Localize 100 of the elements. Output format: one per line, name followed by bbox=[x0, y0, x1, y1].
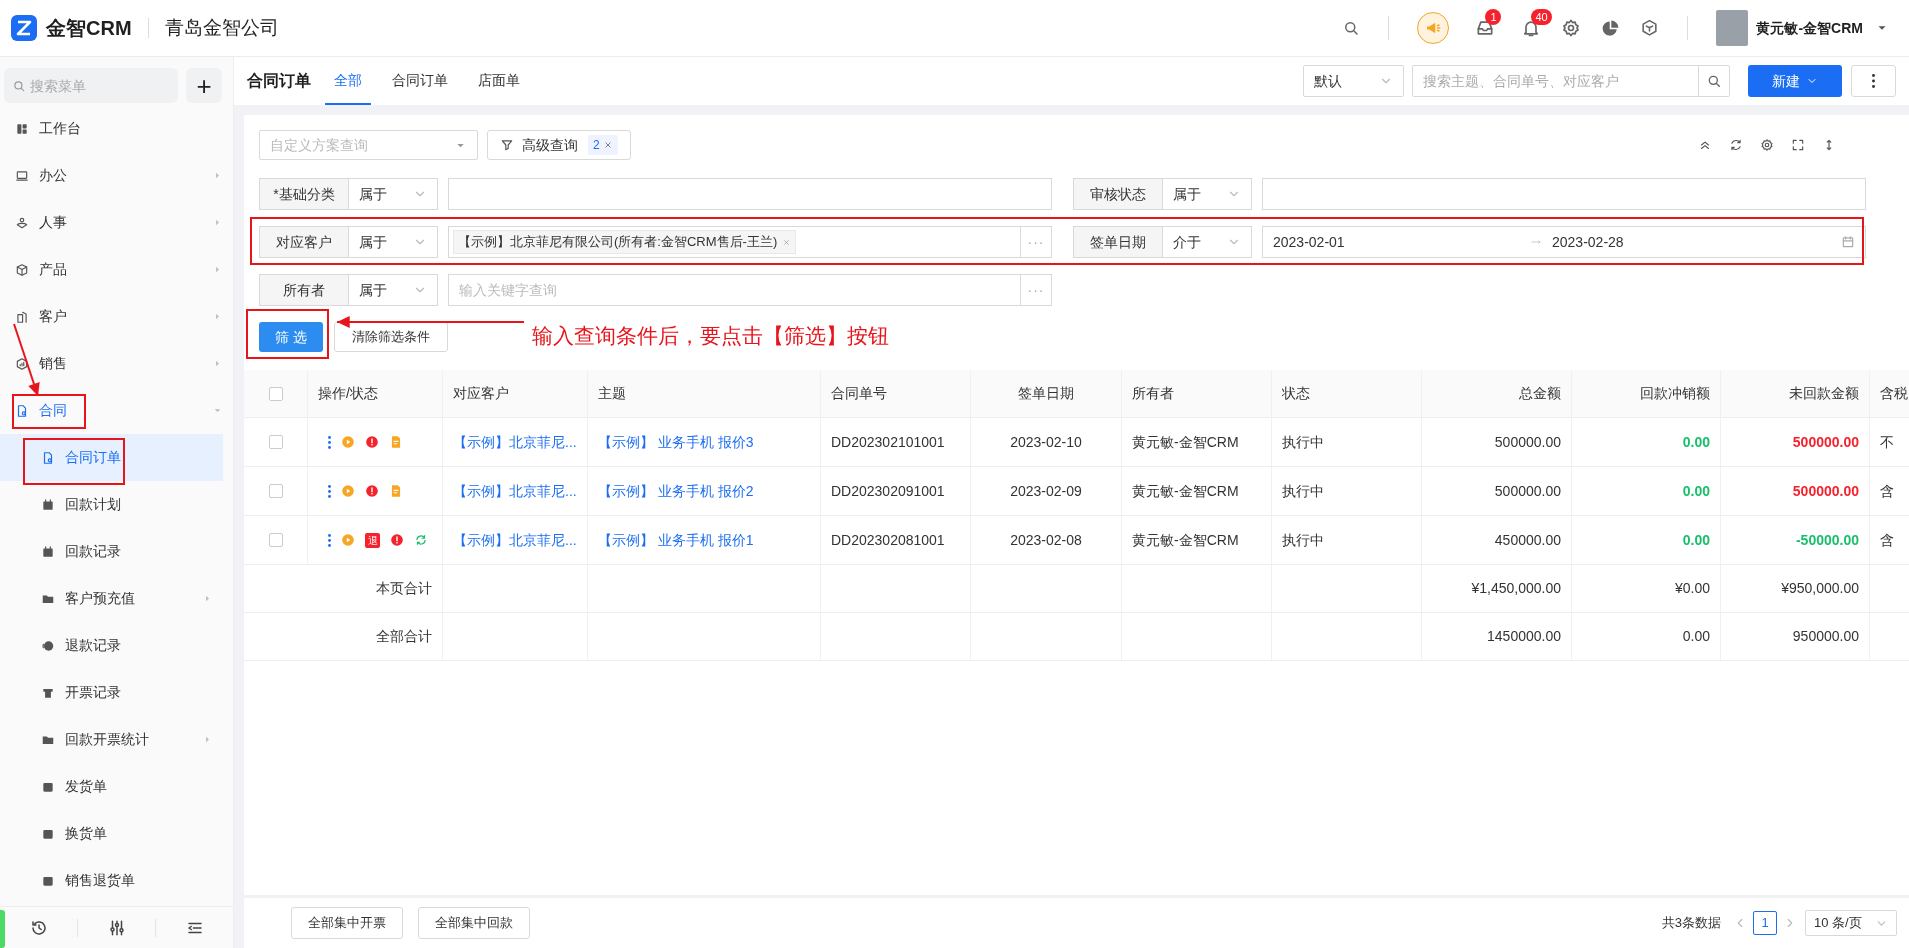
column-header[interactable]: 操作/状态 bbox=[318, 383, 378, 404]
operator-select[interactable]: 属于 bbox=[1162, 178, 1252, 210]
page-size-select[interactable]: 10 条/页 bbox=[1805, 910, 1897, 936]
checkbox[interactable] bbox=[268, 386, 283, 401]
search-field[interactable]: 搜索主题、合同单号、对应客户 bbox=[1412, 65, 1699, 97]
table-cell-text: DD202302081001 bbox=[831, 530, 945, 550]
selected-customer-tag[interactable]: 【示例】北京菲尼有限公司(所有者:金智CRM售后-王兰) bbox=[453, 230, 797, 254]
history-icon[interactable] bbox=[29, 918, 48, 937]
input-field[interactable] bbox=[448, 178, 1052, 210]
column-header[interactable]: 状态 bbox=[1282, 383, 1310, 404]
tab[interactable]: 店面单 bbox=[469, 57, 529, 105]
tab[interactable]: 全部 bbox=[325, 57, 371, 105]
building-icon bbox=[15, 309, 29, 324]
menu-item[interactable]: 销售 bbox=[0, 340, 233, 387]
table-cell-text: 500000.00 bbox=[1494, 481, 1561, 501]
table-cell-text: 执行中 bbox=[1282, 481, 1324, 501]
operator-select[interactable]: 属于 bbox=[348, 178, 438, 210]
menu-item[interactable]: 客户 bbox=[0, 293, 233, 340]
table-cell-text: 0.00 bbox=[1682, 530, 1710, 550]
customer-link[interactable]: 【示例】北京菲尼... bbox=[453, 480, 577, 502]
checkbox[interactable] bbox=[268, 533, 283, 547]
menu-item[interactable]: 换货单 bbox=[0, 810, 223, 857]
menu-item[interactable]: 合同 bbox=[0, 387, 233, 434]
more-icon[interactable] bbox=[328, 435, 331, 449]
input-field[interactable]: 输入关键字查询 bbox=[448, 274, 1021, 306]
menu-item[interactable]: 工作台 bbox=[0, 105, 233, 152]
refresh-icon[interactable] bbox=[1729, 138, 1743, 152]
more-icon[interactable] bbox=[328, 484, 331, 498]
pie-chart-icon[interactable] bbox=[1601, 18, 1621, 38]
column-header[interactable]: 对应客户 bbox=[453, 383, 509, 404]
notification-badge: 40 bbox=[1531, 9, 1552, 25]
page-button[interactable]: 1 bbox=[1753, 911, 1777, 935]
checkbox[interactable] bbox=[268, 435, 283, 449]
advanced-query-button[interactable]: 高级查询 2 bbox=[487, 130, 631, 160]
search-field[interactable]: 搜索菜单 bbox=[4, 68, 178, 103]
footer-button[interactable]: 全部集中回款 bbox=[418, 907, 530, 939]
menu-item[interactable]: 退款记录 bbox=[0, 622, 223, 669]
tab[interactable]: 合同订单 bbox=[383, 57, 457, 105]
table-cell-text: 2023-02-08 bbox=[1010, 530, 1082, 550]
menu-item[interactable]: 回款计划 bbox=[0, 481, 223, 528]
add-button[interactable]: + bbox=[186, 68, 222, 103]
alert-icon[interactable] bbox=[390, 533, 404, 547]
search-icon bbox=[1706, 73, 1722, 89]
cube-icon[interactable] bbox=[1640, 18, 1660, 38]
menu-item[interactable]: 办公 bbox=[0, 152, 233, 199]
subject-link[interactable]: 【示例】 业务手机 报价1 bbox=[598, 529, 754, 551]
table-cell-text: 500000.00 bbox=[1494, 432, 1561, 452]
company-name: 青岛金智公司 bbox=[164, 15, 279, 40]
subject-link[interactable]: 【示例】 业务手机 报价3 bbox=[598, 431, 754, 453]
input-field[interactable] bbox=[1262, 178, 1866, 210]
customer-link[interactable]: 【示例】北京菲尼... bbox=[453, 529, 577, 551]
column-header[interactable]: 总金额 bbox=[1519, 383, 1561, 404]
avatar-placeholder[interactable] bbox=[1716, 10, 1749, 46]
calendar-icon bbox=[41, 497, 55, 512]
field-label: 对应客户 bbox=[259, 226, 349, 258]
fullscreen-icon[interactable] bbox=[1791, 138, 1805, 152]
table-cell-text: 500000.00 bbox=[1792, 481, 1859, 501]
user-name[interactable]: 黄元敏-金智CRM bbox=[1756, 17, 1863, 39]
search-icon[interactable] bbox=[1342, 19, 1361, 37]
operator-select[interactable]: 属于 bbox=[348, 274, 438, 306]
alert-icon[interactable] bbox=[365, 435, 379, 449]
customer-link[interactable]: 【示例】北京菲尼... bbox=[453, 431, 577, 453]
column-header[interactable]: 回款冲销额 bbox=[1640, 383, 1710, 404]
column-header[interactable]: 未回款金额 bbox=[1789, 383, 1859, 404]
alert-icon[interactable] bbox=[365, 484, 379, 498]
sort-select[interactable]: 默认 bbox=[1303, 65, 1404, 97]
operator-select[interactable]: 介于 bbox=[1162, 226, 1252, 258]
menu-item[interactable]: 合同订单 bbox=[0, 434, 223, 481]
menu-item[interactable]: 开票记录 bbox=[0, 669, 223, 716]
column-header[interactable]: 含税 bbox=[1880, 383, 1908, 404]
menu-item[interactable]: 人事 bbox=[0, 199, 233, 246]
table-cell-text: 2023-02-09 bbox=[1010, 481, 1082, 501]
checkbox[interactable] bbox=[268, 484, 283, 498]
menu-item[interactable]: 发货单 bbox=[0, 763, 223, 810]
subject-link[interactable]: 【示例】 业务手机 报价2 bbox=[598, 480, 754, 502]
column-header[interactable]: 签单日期 bbox=[1018, 383, 1074, 404]
filter-count-tag[interactable]: 2 bbox=[588, 135, 618, 155]
sliders-icon[interactable] bbox=[107, 918, 126, 937]
menu-item[interactable]: 产品 bbox=[0, 246, 233, 293]
menu-item[interactable]: 销售退货单 bbox=[0, 857, 223, 904]
table-cell-text: 黄元敏-金智CRM bbox=[1132, 432, 1239, 452]
table-cell-text: 0.00 bbox=[1682, 481, 1710, 501]
settings-icon[interactable] bbox=[1760, 138, 1774, 152]
recycle-icon[interactable] bbox=[414, 533, 428, 547]
new-button[interactable]: 新建 bbox=[1748, 65, 1842, 97]
search-button[interactable] bbox=[1698, 65, 1730, 97]
summary-value: ¥1,450,000.00 bbox=[1471, 579, 1561, 598]
date-range-field[interactable]: 2023-02-01 2023-02-28 bbox=[1262, 226, 1866, 258]
operator-select[interactable]: 属于 bbox=[348, 226, 438, 258]
customer-select[interactable]: 【示例】北京菲尼有限公司(所有者:金智CRM售后-王兰) bbox=[448, 226, 1021, 258]
footer-button[interactable]: 全部集中开票 bbox=[291, 907, 403, 939]
menu-item[interactable]: 客户预充值 bbox=[0, 575, 223, 622]
column-header[interactable]: 所有者 bbox=[1132, 383, 1174, 404]
column-header[interactable]: 合同单号 bbox=[831, 383, 887, 404]
menu-item[interactable]: 回款记录 bbox=[0, 528, 223, 575]
menu-item[interactable]: 回款开票统计 bbox=[0, 716, 223, 763]
refund-badge[interactable]: 退 bbox=[365, 532, 380, 548]
column-header[interactable]: 主题 bbox=[598, 383, 626, 404]
more-icon[interactable] bbox=[328, 533, 331, 547]
settings-icon[interactable] bbox=[1561, 18, 1582, 38]
